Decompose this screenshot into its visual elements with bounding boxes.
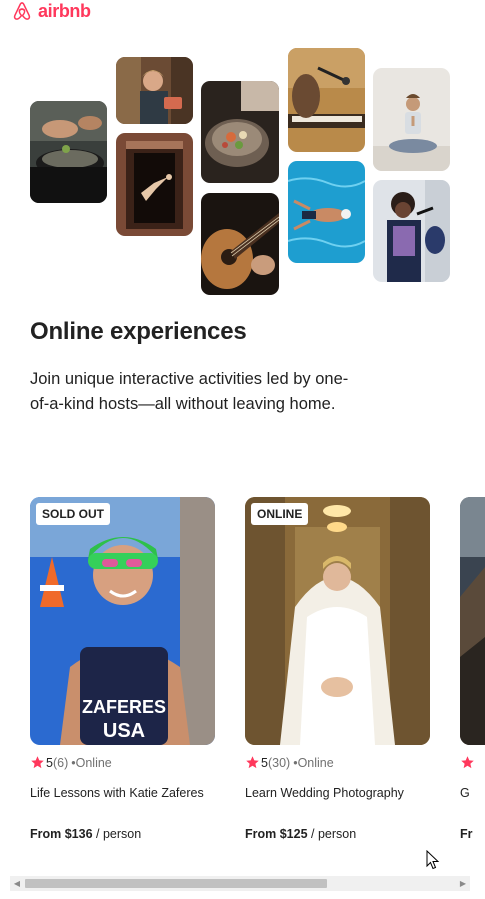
section-title: Online experiences — [30, 318, 247, 345]
collage-tile-cooking — [30, 101, 107, 203]
collage-tile-guitar — [201, 193, 279, 295]
experience-title[interactable]: Life Lessons with Katie Zaferes — [30, 786, 204, 800]
experience-card[interactable]: ZAFERES USA SOLD OUT 5 (6) •Online Life … — [30, 497, 215, 841]
star-icon — [31, 756, 44, 769]
collage-tile-singer — [373, 180, 450, 282]
section-description: Join unique interactive activities led b… — [30, 370, 349, 413]
rating-value: 5 — [261, 755, 268, 770]
experience-title[interactable]: G — [460, 786, 470, 800]
collage-tile-dancer — [116, 133, 193, 236]
price-unit: / person — [92, 827, 142, 841]
experience-photo[interactable]: ZAFERES USA SOLD OUT — [30, 497, 215, 745]
collage-tile-meditation — [373, 68, 450, 171]
experience-mode: •Online — [293, 755, 334, 770]
piano-singer-image — [288, 48, 365, 152]
experience-photo[interactable]: ONLINE — [245, 497, 430, 745]
mouse-cursor-icon — [426, 850, 440, 870]
shirt-text-line-1: ZAFERES — [82, 697, 166, 717]
airbnb-logo[interactable]: airbnb — [10, 0, 91, 22]
review-count: (6) — [52, 755, 69, 770]
guitar-image — [201, 193, 279, 295]
swimmer-pool-image — [288, 161, 365, 263]
status-badge: ONLINE — [251, 503, 309, 525]
rating-row: 5 (6) •Online — [30, 755, 112, 770]
brand-name: airbnb — [38, 1, 91, 21]
airbnb-logo-icon — [13, 2, 31, 20]
shirt-text-line-2: USA — [103, 720, 145, 742]
price-from: Fr — [460, 827, 473, 841]
price-from: From $125 — [245, 827, 308, 841]
rating-row: 5 (30) •Online — [245, 755, 334, 770]
star-icon — [246, 756, 259, 769]
price-from: From $136 — [30, 827, 93, 841]
experience-price: From $136 / person — [30, 827, 141, 841]
landscape-photo — [460, 497, 485, 745]
experience-card-partial[interactable]: G Fr — [460, 497, 485, 857]
scrollbar-thumb[interactable] — [25, 879, 327, 888]
collage-tile-swimmer — [288, 161, 365, 263]
scroll-right-icon[interactable]: ▶ — [456, 876, 470, 891]
experience-title[interactable]: Learn Wedding Photography — [245, 786, 404, 800]
experience-price: From $125 / person — [245, 827, 356, 841]
singer-microphone-image — [373, 180, 450, 282]
smiling-host-image — [116, 57, 193, 124]
status-badge: SOLD OUT — [36, 503, 110, 525]
review-count: (30) — [267, 755, 291, 770]
experience-card[interactable]: ONLINE 5 (30) •Online Learn Wedding Phot… — [245, 497, 430, 841]
collage-tile-food — [201, 81, 279, 183]
collage-tile-piano — [288, 48, 365, 152]
triathlete-photo: ZAFERES USA — [30, 497, 215, 745]
horizontal-scrollbar[interactable]: ◀ ▶ — [10, 876, 470, 891]
price-unit: / person — [307, 827, 357, 841]
bride-photo — [245, 497, 430, 745]
dancer-doorway-image — [116, 133, 193, 236]
star-icon — [461, 756, 474, 769]
rating-value: 5 — [46, 755, 53, 770]
collage-tile-host — [116, 57, 193, 124]
experience-photo[interactable] — [460, 497, 485, 745]
food-bowl-image — [201, 81, 279, 183]
scroll-left-icon[interactable]: ◀ — [10, 876, 24, 891]
meditation-image — [373, 68, 450, 171]
cooking-pan-image — [30, 101, 107, 203]
experience-mode: •Online — [71, 755, 112, 770]
